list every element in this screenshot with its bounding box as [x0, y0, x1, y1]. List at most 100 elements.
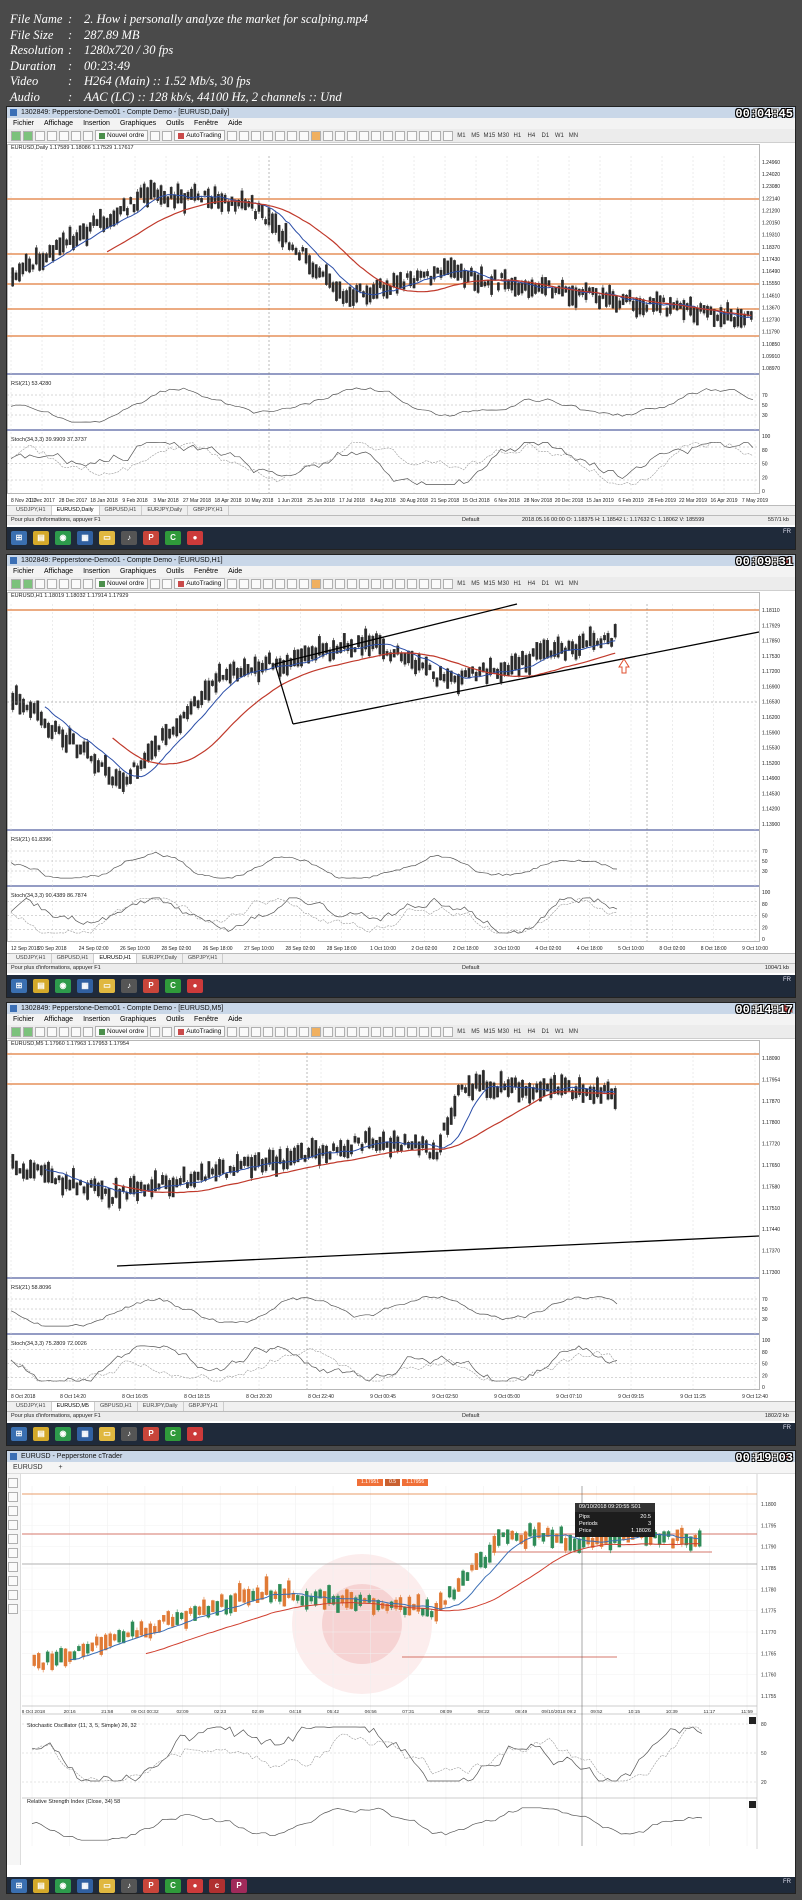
shape-tool-icon[interactable] [8, 1576, 18, 1586]
menu-item-5[interactable]: Fenêtre [194, 1014, 218, 1025]
profiles-icon[interactable] [23, 578, 33, 589]
profiles-icon[interactable] [23, 1026, 33, 1037]
terminal-icon[interactable] [71, 130, 81, 141]
start-button-icon[interactable]: ⊞ [11, 1427, 27, 1441]
terminal-icon[interactable] [71, 578, 81, 589]
navigator-icon[interactable] [59, 130, 69, 141]
crosshair-tool-icon[interactable] [8, 1492, 18, 1502]
hline-icon[interactable] [371, 130, 382, 141]
zoom-out-icon[interactable] [275, 130, 286, 141]
market-watch-icon[interactable] [35, 1026, 45, 1037]
new-order-button[interactable]: Nouvel ordre [95, 578, 149, 589]
explorer-task-icon[interactable]: ▤ [33, 1427, 49, 1441]
new-order-button[interactable]: Nouvel ordre [95, 130, 149, 141]
autotrading-button[interactable]: AutoTrading [174, 578, 226, 589]
metaeditor-icon[interactable] [150, 578, 161, 589]
chart-tab[interactable]: GBPJPY,H1 [183, 954, 224, 963]
recorder-task-icon[interactable]: ● [187, 979, 203, 993]
navigator-icon[interactable] [59, 1026, 69, 1037]
ctrader-chart-area[interactable]: 08 Oct 201820:1621:5809 Oct 00:3202:0902… [19, 1474, 795, 1849]
label-icon[interactable] [431, 1026, 442, 1037]
timeframe-d1-button[interactable]: D1 [539, 581, 551, 587]
camtasia-task-icon[interactable]: C [165, 1879, 181, 1893]
chart-area[interactable]: 12 Sep 2018 20 Sep 2018 24 Sep 02:00 26 Sep… [7, 592, 795, 953]
powerpoint-task-icon[interactable]: P [143, 1879, 159, 1893]
autotrading-button[interactable]: AutoTrading [174, 130, 226, 141]
channel-icon[interactable] [395, 130, 406, 141]
indicators-icon[interactable] [311, 130, 322, 141]
timeframe-h4-button[interactable]: H4 [525, 581, 537, 587]
label-icon[interactable] [431, 130, 442, 141]
trendline-icon[interactable] [383, 578, 394, 589]
line-tool-icon[interactable] [8, 1506, 18, 1516]
chart-tab[interactable]: USDJPY,H1 [11, 506, 52, 515]
cursor-icon[interactable] [335, 578, 346, 589]
timeframe-m5-button[interactable]: M5 [469, 133, 481, 139]
label-icon[interactable] [431, 578, 442, 589]
tester-icon[interactable] [83, 130, 93, 141]
chart-area[interactable]: 8 Nov 2017 1 Dec 2017 28 Dec 2017 18 Jan 20… [7, 144, 795, 505]
chrome-task-icon[interactable]: ◉ [55, 531, 71, 545]
timeframe-m5-button[interactable]: M5 [469, 581, 481, 587]
cursor-icon[interactable] [335, 1026, 346, 1037]
arrows-icon[interactable] [443, 578, 454, 589]
menu-item-6[interactable]: Aide [228, 118, 242, 129]
bar-chart-icon[interactable] [227, 130, 238, 141]
start-button-icon[interactable]: ⊞ [11, 1879, 27, 1893]
chart-tab[interactable]: EURUSD,M5 [51, 1402, 95, 1411]
hline-icon[interactable] [371, 1026, 382, 1037]
chart-tab[interactable]: EURUSD,Daily [51, 506, 100, 515]
chart-tab[interactable]: GBPUSD,H1 [100, 506, 143, 515]
powerpoint-task-icon[interactable]: P [143, 1427, 159, 1441]
timeframe-h1-button[interactable]: H1 [511, 1029, 523, 1035]
menu-item-6[interactable]: Aide [228, 1014, 242, 1025]
timeframe-m1-button[interactable]: M1 [455, 133, 467, 139]
fibo-icon[interactable] [407, 1026, 418, 1037]
chart-tab[interactable]: EURUSD,H1 [94, 954, 138, 963]
powerpoint-task-icon[interactable]: P [143, 979, 159, 993]
zoom-in-icon[interactable] [263, 578, 274, 589]
start-button-icon[interactable]: ⊞ [11, 531, 27, 545]
fibo-icon[interactable] [407, 130, 418, 141]
horizontal-line-tool-icon[interactable] [8, 1520, 18, 1530]
menu-item-1[interactable]: Affichage [44, 1014, 73, 1025]
arrows-icon[interactable] [443, 130, 454, 141]
zoom-out-icon[interactable] [275, 578, 286, 589]
chart-tab[interactable]: USDJPY,H1 [11, 1402, 52, 1411]
crosshair-icon[interactable] [347, 578, 358, 589]
menu-item-3[interactable]: Graphiques [120, 118, 156, 129]
menu-item-0[interactable]: Fichier [13, 566, 34, 577]
metaeditor-icon[interactable] [150, 130, 161, 141]
indicators-icon[interactable] [311, 578, 322, 589]
explorer-task-icon[interactable]: ▤ [33, 979, 49, 993]
zoom-out-icon[interactable] [275, 1026, 286, 1037]
vline-icon[interactable] [359, 130, 370, 141]
symbol-tab[interactable]: EURUSD [13, 1464, 43, 1471]
line-chart-icon[interactable] [251, 578, 262, 589]
timeframe-w1-button[interactable]: W1 [553, 581, 565, 587]
timeframe-h1-button[interactable]: H1 [511, 133, 523, 139]
templates-icon[interactable] [323, 130, 334, 141]
timeframe-h4-button[interactable]: H4 [525, 1029, 537, 1035]
chart-shift-icon[interactable] [162, 1026, 173, 1037]
folder-task-icon[interactable]: ▭ [99, 979, 115, 993]
candle-chart-icon[interactable] [239, 130, 250, 141]
ctrader-task-icon[interactable]: c [209, 1879, 225, 1893]
arrows-icon[interactable] [443, 1026, 454, 1037]
tile-icon[interactable] [287, 1026, 298, 1037]
line-chart-icon[interactable] [251, 1026, 262, 1037]
folder-task-icon[interactable]: ▭ [99, 1427, 115, 1441]
camtasia-task-icon[interactable]: C [165, 979, 181, 993]
timeframe-m15-button[interactable]: M15 [483, 133, 496, 139]
chrome-task-icon[interactable]: ◉ [55, 1879, 71, 1893]
menu-item-2[interactable]: Insertion [83, 566, 110, 577]
autoscroll-icon[interactable] [299, 130, 310, 141]
channel-icon[interactable] [395, 1026, 406, 1037]
recorder-task-icon[interactable]: ● [187, 1879, 203, 1893]
text-tool-icon[interactable] [8, 1562, 18, 1572]
media-task-icon[interactable]: ♪ [121, 979, 137, 993]
new-chart-icon[interactable] [11, 130, 21, 141]
camtasia-task-icon[interactable]: C [165, 531, 181, 545]
navigator-icon[interactable] [59, 578, 69, 589]
timeframe-h4-button[interactable]: H4 [525, 133, 537, 139]
